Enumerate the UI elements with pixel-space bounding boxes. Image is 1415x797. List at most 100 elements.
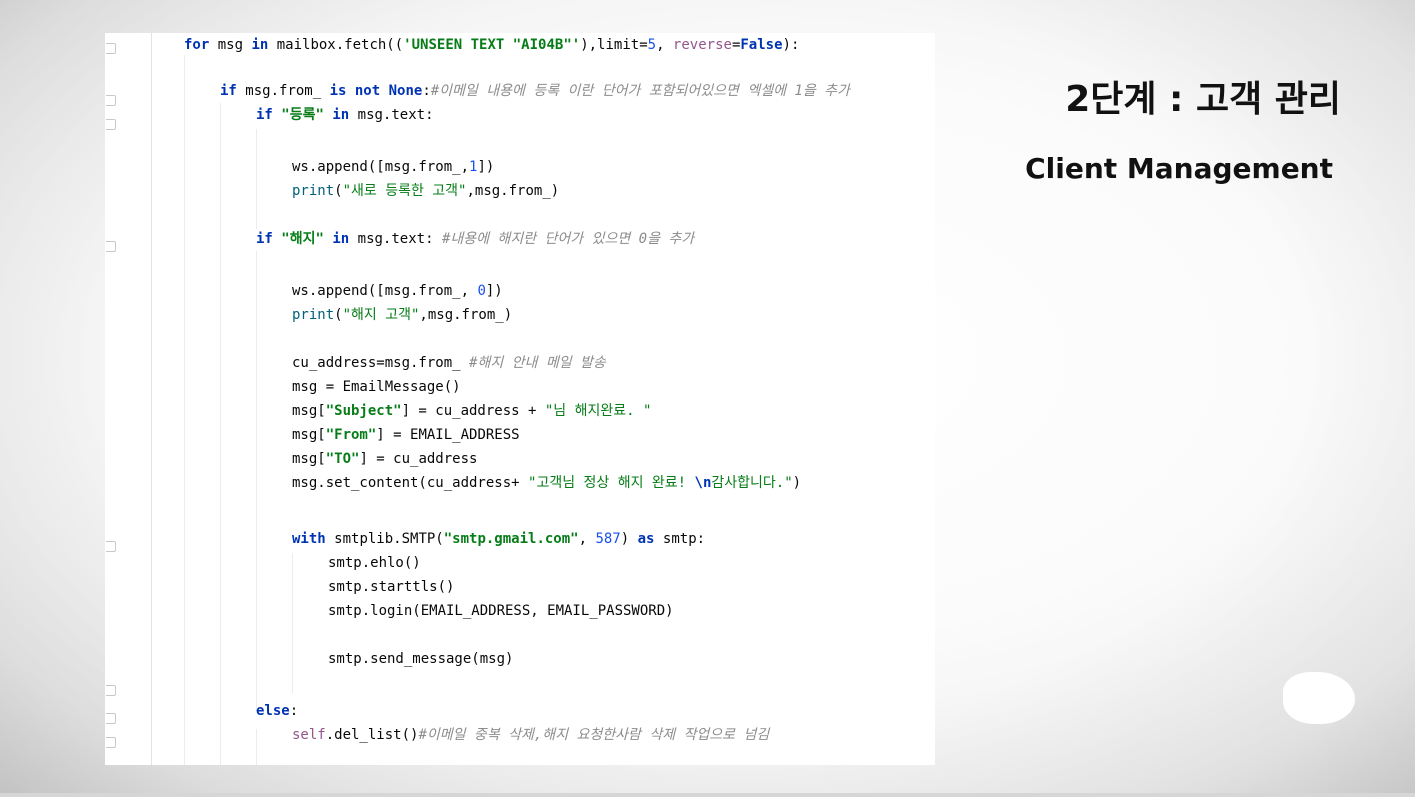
- code-token: in: [323, 231, 358, 247]
- code-token: "해지": [281, 231, 324, 247]
- code-token: with: [292, 531, 335, 547]
- indent-guide: [184, 55, 185, 765]
- code-line: print("해지 고객",msg.from_): [292, 305, 512, 325]
- code-token: ,msg.from_): [419, 307, 513, 323]
- code-token: in: [323, 107, 358, 123]
- indent-guide: [256, 129, 257, 229]
- code-token: in: [251, 37, 277, 53]
- indent-guide: [220, 103, 221, 765]
- indent-guide: [292, 553, 293, 693]
- code-token: "smtp.gmail.com": [443, 531, 579, 547]
- code-token: ): [620, 531, 638, 547]
- code-token: smtplib.SMTP(: [334, 531, 444, 547]
- code-token: ),limit=: [580, 37, 648, 53]
- code-token: "From": [325, 427, 377, 443]
- code-token: "님 해지완료. ": [544, 403, 652, 419]
- code-token: smtp.login(EMAIL_ADDRESS, EMAIL_PASSWORD…: [328, 603, 674, 619]
- code-token: msg: [217, 37, 252, 53]
- code-token: as: [637, 531, 663, 547]
- code-token: print: [292, 307, 335, 323]
- code-line: msg["Subject"] = cu_address + "님 해지완료. ": [292, 401, 651, 421]
- code-token: mailbox.fetch((: [276, 37, 404, 53]
- code-token: msg.text:: [357, 231, 442, 247]
- fold-marker-icon: [106, 737, 116, 748]
- code-token: is not None: [329, 83, 423, 99]
- code-token: msg[: [292, 403, 326, 419]
- code-token: "TO": [325, 451, 360, 467]
- code-line: ws.append([msg.from_,1]): [292, 157, 494, 177]
- code-token: ws.append([msg.from_,: [292, 283, 478, 299]
- code-token: cu_address=msg.from_: [292, 355, 470, 371]
- code-line: smtp.ehlo(): [328, 553, 421, 573]
- code-line: if "해지" in msg.text: #내용에 해지란 단어가 있으면 0을…: [256, 229, 694, 249]
- code-token: reverse: [672, 37, 732, 53]
- code-token: #이메일 중복 삭제,해지 요청한사람 삭제 작업으로 넘김: [418, 727, 770, 743]
- code-token: msg = EmailMessage(): [292, 379, 461, 395]
- code-token: "새로 등록한 고객": [342, 183, 467, 199]
- code-token: smtp:: [662, 531, 706, 547]
- code-line: smtp.send_message(msg): [328, 649, 513, 669]
- code-line: print("새로 등록한 고객",msg.from_): [292, 181, 559, 201]
- code-token: \n: [694, 475, 712, 491]
- code-line: msg = EmailMessage(): [292, 377, 461, 397]
- code-token: :: [422, 83, 431, 99]
- gutter-divider: [151, 33, 152, 765]
- fold-marker-icon: [106, 43, 116, 54]
- code-token: smtp.starttls(): [328, 579, 455, 595]
- code-token: ]): [477, 159, 495, 175]
- code-token: #이메일 내용에 등록 이란 단어가 포함되어있으면 엑셀에 1을 추가: [430, 83, 850, 99]
- code-token: smtp.ehlo(): [328, 555, 421, 571]
- code-token: 587: [595, 531, 621, 547]
- code-token: msg.set_content(cu_address+: [292, 475, 529, 491]
- code-token: ,: [656, 37, 673, 53]
- code-token: ws.append([msg.from_,: [292, 159, 470, 175]
- bottom-edge-bar: [0, 793, 1415, 797]
- code-token: smtp.send_message(msg): [328, 651, 514, 667]
- code-token: 5: [647, 37, 657, 53]
- code-token: ): [792, 475, 802, 491]
- code-line: ws.append([msg.from_, 0]): [292, 281, 503, 301]
- code-line: with smtplib.SMTP("smtp.gmail.com", 587)…: [292, 529, 705, 549]
- code-token: :: [289, 703, 299, 719]
- code-token: if: [220, 83, 246, 99]
- code-token: ,: [578, 531, 596, 547]
- code-token: if: [256, 231, 282, 247]
- code-line: msg["From"] = EMAIL_ADDRESS: [292, 425, 520, 445]
- code-token: msg.text:: [357, 107, 434, 123]
- code-line: msg.set_content(cu_address+ "고객님 정상 해지 완…: [292, 473, 801, 493]
- slide-title-english: Client Management: [1025, 152, 1333, 185]
- fold-marker-icon: [106, 241, 116, 252]
- fold-marker-icon: [106, 541, 116, 552]
- code-line: for msg in mailbox.fetch(('UNSEEN TEXT "…: [184, 35, 799, 55]
- code-token: print: [292, 183, 335, 199]
- code-line: msg["TO"] = cu_address: [292, 449, 477, 469]
- code-token: .del_list(): [325, 727, 419, 743]
- code-token: ] = EMAIL_ADDRESS: [376, 427, 520, 443]
- indent-guide: [256, 251, 257, 711]
- fold-marker-icon: [106, 95, 116, 106]
- code-token: self: [292, 727, 326, 743]
- code-line: else:: [256, 701, 298, 721]
- fold-marker-icon: [106, 713, 116, 724]
- code-token: ]): [485, 283, 503, 299]
- code-line: if "등록" in msg.text:: [256, 105, 434, 125]
- code-token: msg[: [292, 451, 326, 467]
- code-line: if msg.from_ is not None:#이메일 내용에 등록 이란 …: [220, 81, 850, 101]
- code-token: if: [256, 107, 282, 123]
- code-editor-screenshot: for msg in mailbox.fetch(('UNSEEN TEXT "…: [105, 33, 935, 765]
- code-token: #내용에 해지란 단어가 있으면 0을 추가: [441, 231, 695, 247]
- code-token: 0: [477, 283, 486, 299]
- code-token: (: [334, 183, 343, 199]
- code-line: cu_address=msg.from_ #해지 안내 메일 발송: [292, 353, 606, 373]
- code-token: #해지 안내 메일 발송: [469, 355, 606, 371]
- fold-marker-icon: [106, 685, 116, 696]
- decorative-highlight: [1283, 672, 1355, 724]
- code-line: self.del_list()#이메일 중복 삭제,해지 요청한사람 삭제 작업…: [292, 725, 769, 745]
- code-token: ,msg.from_): [466, 183, 560, 199]
- code-token: else: [256, 703, 290, 719]
- code-line: smtp.login(EMAIL_ADDRESS, EMAIL_PASSWORD…: [328, 601, 674, 621]
- slide-title-korean: 2단계 : 고객 관리: [1065, 79, 1341, 120]
- code-token: 감사합니다.": [711, 475, 793, 491]
- code-token: ):: [782, 37, 800, 53]
- editor-gutter: [105, 33, 152, 765]
